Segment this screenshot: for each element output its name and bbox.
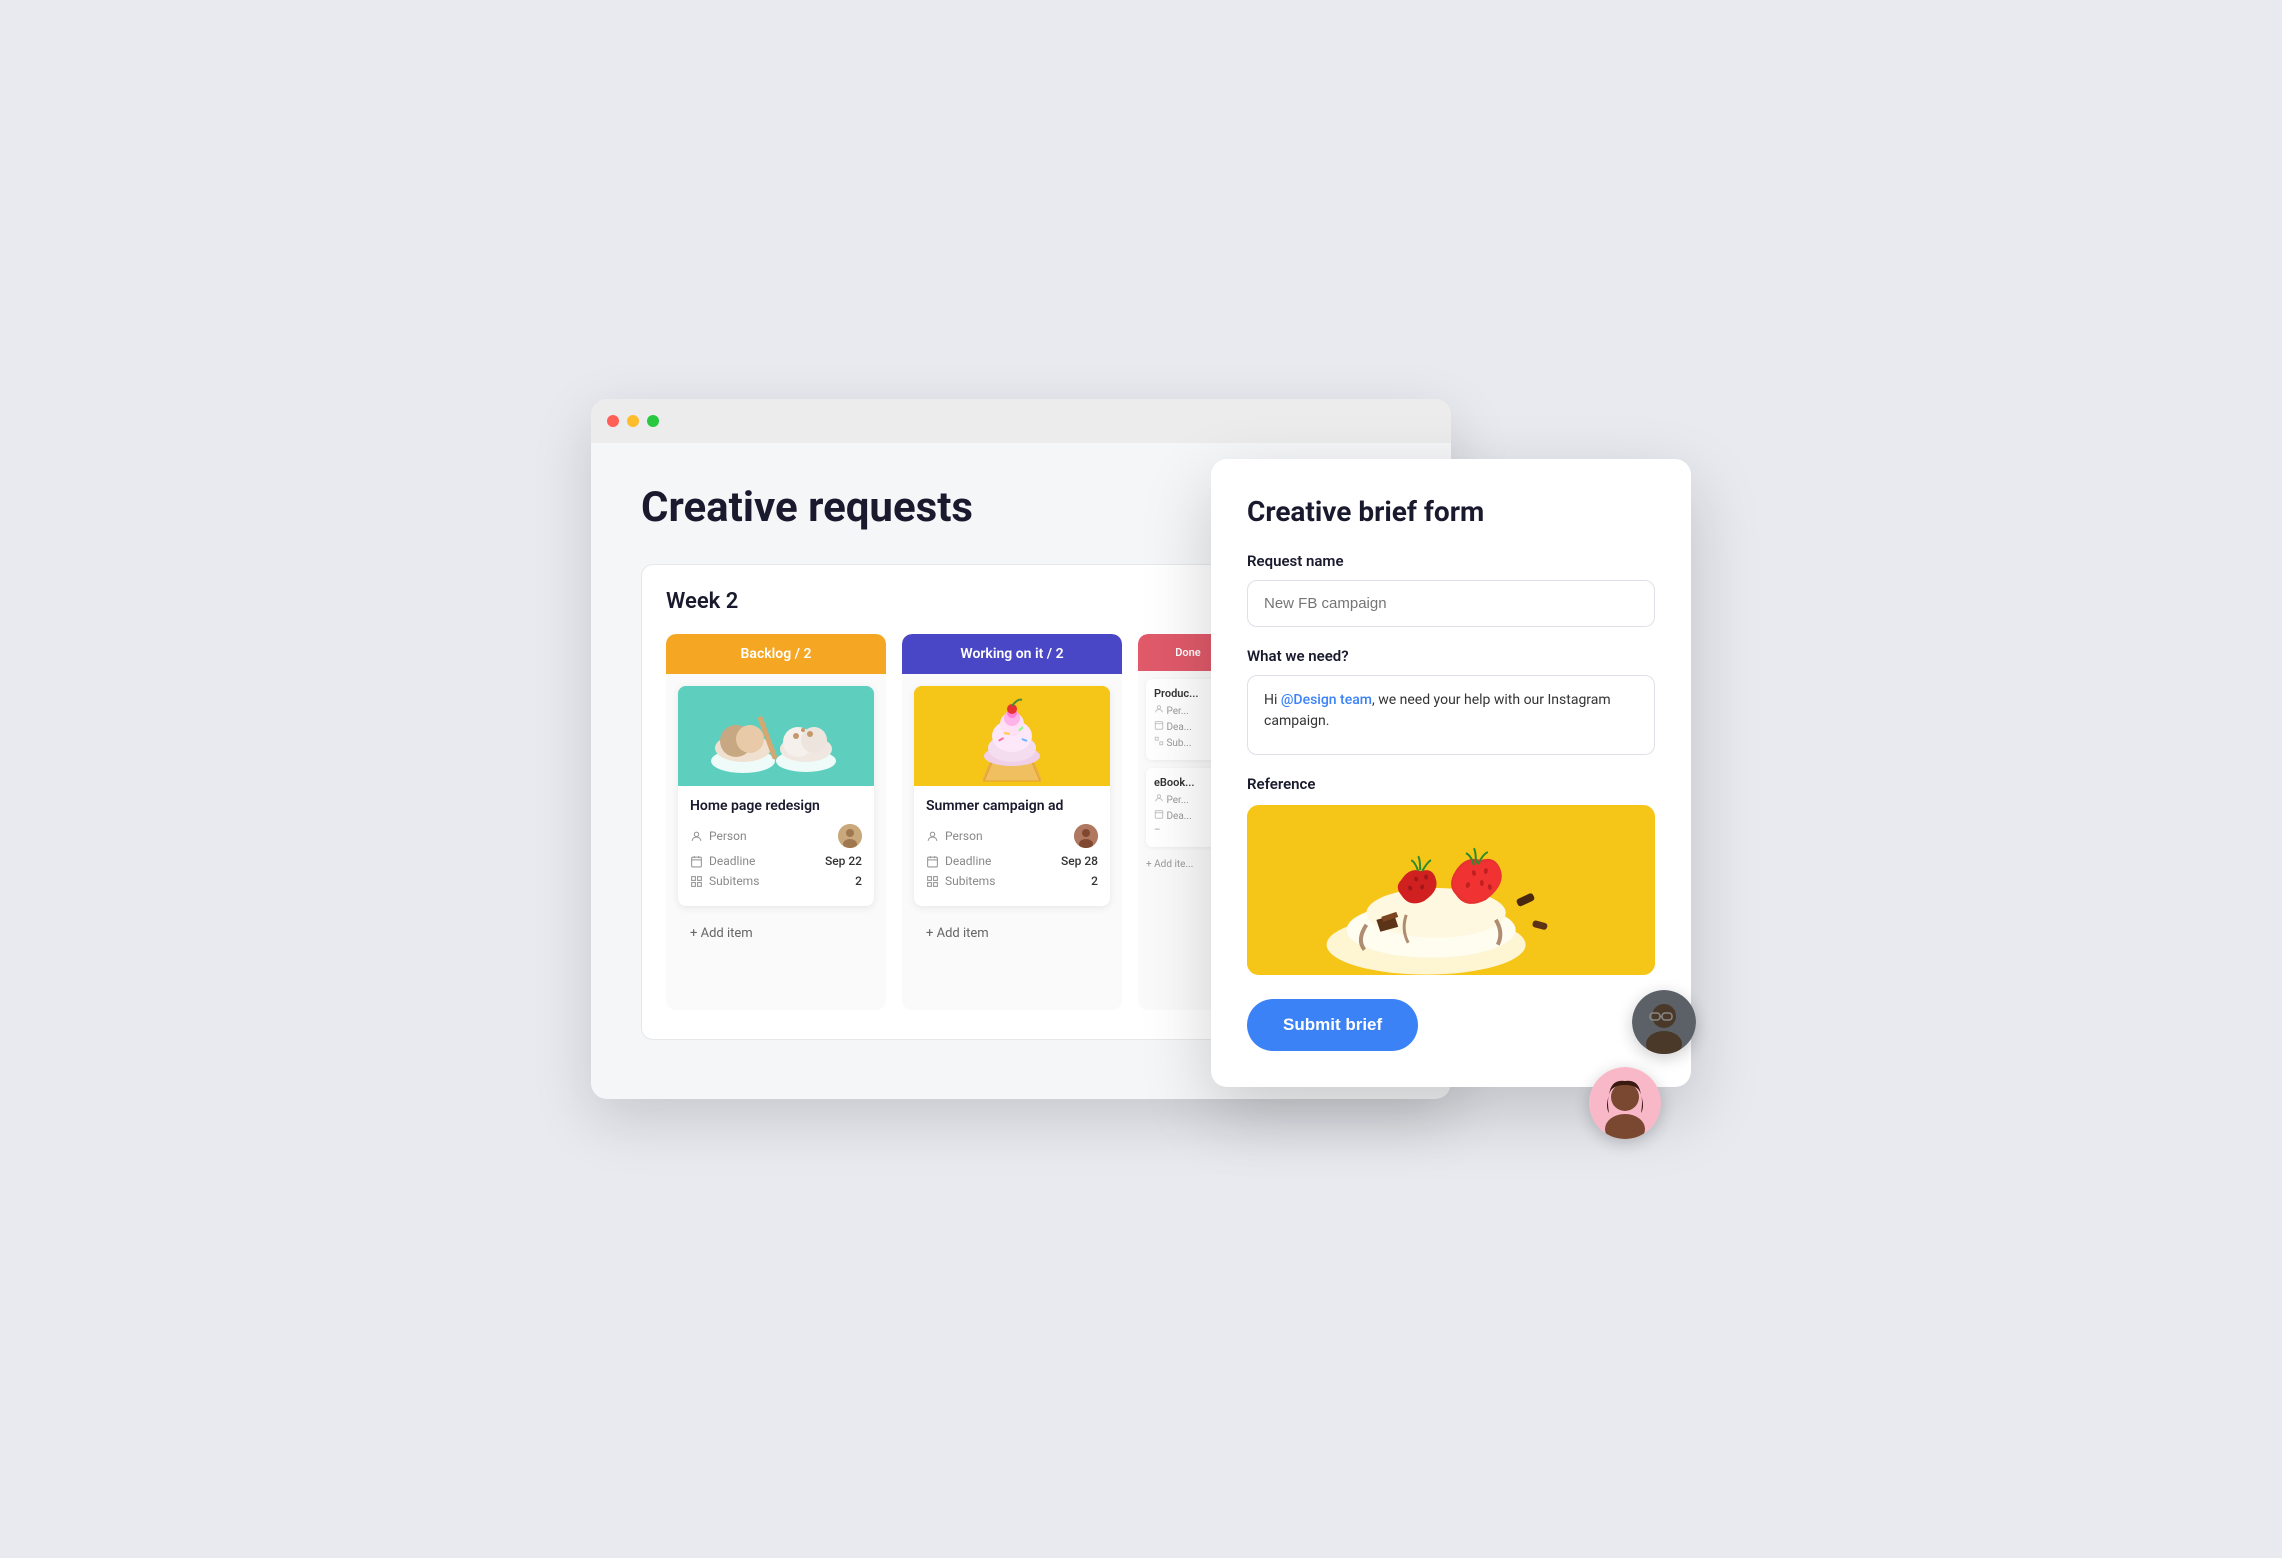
add-item-backlog[interactable]: + Add item <box>678 918 874 949</box>
avatar-backlog-card <box>838 824 862 848</box>
floating-avatar-1 <box>1632 990 1696 1054</box>
col-header-backlog: Backlog / 2 <box>666 634 886 674</box>
card-title-backlog-1: Home page redesign <box>690 798 862 814</box>
col-body-working: Summer campaign ad Person <box>902 674 1122 1010</box>
card-field-deadline-working: Deadline Sep 28 <box>926 854 1098 868</box>
subitems-icon-working <box>926 875 939 888</box>
card-image-cupcake <box>914 686 1110 786</box>
card-field-subitems-working: Subitems 2 <box>926 874 1098 888</box>
browser-titlebar <box>591 399 1451 443</box>
form-title: Creative brief form <box>1247 495 1655 528</box>
traffic-light-maximize[interactable] <box>647 415 659 427</box>
card-title-working-1: Summer campaign ad <box>926 798 1098 814</box>
reference-image <box>1247 805 1655 975</box>
card-field-person-working: Person <box>926 824 1098 848</box>
card-image-icecream <box>678 686 874 786</box>
calendar-icon-working <box>926 855 939 868</box>
traffic-light-minimize[interactable] <box>627 415 639 427</box>
reference-svg <box>1247 805 1655 975</box>
submit-brief-button[interactable]: Submit brief <box>1247 999 1418 1051</box>
col-count-backlog: / 2 <box>795 646 812 662</box>
card-body-backlog-1: Home page redesign Person <box>678 786 874 906</box>
calendar-icon-done-2 <box>1154 809 1164 819</box>
scene: Creative requests Week 2 Backlog / 2 <box>591 399 1691 1159</box>
avatar-working-card <box>1074 824 1098 848</box>
kanban-card-working-1[interactable]: Summer campaign ad Person <box>914 686 1110 906</box>
col-body-backlog: Home page redesign Person <box>666 674 886 1010</box>
request-name-label: Request name <box>1247 552 1655 570</box>
col-header-working: Working on it / 2 <box>902 634 1122 674</box>
card-body-working-1: Summer campaign ad Person <box>914 786 1110 906</box>
kanban-col-working: Working on it / 2 <box>902 634 1122 1010</box>
floating-avatar-2 <box>1589 1067 1661 1139</box>
col-count-working: / 2 <box>1047 646 1064 662</box>
col-label-backlog: Backlog <box>741 646 792 662</box>
subitems-icon-backlog <box>690 875 703 888</box>
request-name-input[interactable] <box>1247 580 1655 627</box>
subitems-icon-done-1 <box>1154 736 1164 746</box>
person-icon-done-1 <box>1154 704 1164 714</box>
traffic-light-close[interactable] <box>607 415 619 427</box>
calendar-icon-done-1 <box>1154 720 1164 730</box>
kanban-col-backlog: Backlog / 2 <box>666 634 886 1010</box>
card-field-person-backlog: Person <box>690 824 862 848</box>
add-item-working[interactable]: + Add item <box>914 918 1110 949</box>
calendar-icon-backlog <box>690 855 703 868</box>
creative-brief-form: Creative brief form Request name What we… <box>1211 459 1691 1087</box>
card-field-deadline-backlog: Deadline Sep 22 <box>690 854 862 868</box>
what-we-need-textarea[interactable]: Hi @Design team, we need your help with … <box>1247 675 1655 755</box>
person-icon-working <box>926 830 939 843</box>
what-we-need-label: What we need? <box>1247 647 1655 665</box>
col-label-working: Working on it <box>960 646 1043 662</box>
text-prefix: Hi <box>1264 692 1281 708</box>
person-icon <box>690 830 703 843</box>
person-icon-done-2 <box>1154 793 1164 803</box>
card-field-subitems-backlog: Subitems 2 <box>690 874 862 888</box>
reference-label: Reference <box>1247 775 1655 793</box>
kanban-card-backlog-1[interactable]: Home page redesign Person <box>678 686 874 906</box>
mention-design-team: @Design team <box>1281 692 1372 708</box>
